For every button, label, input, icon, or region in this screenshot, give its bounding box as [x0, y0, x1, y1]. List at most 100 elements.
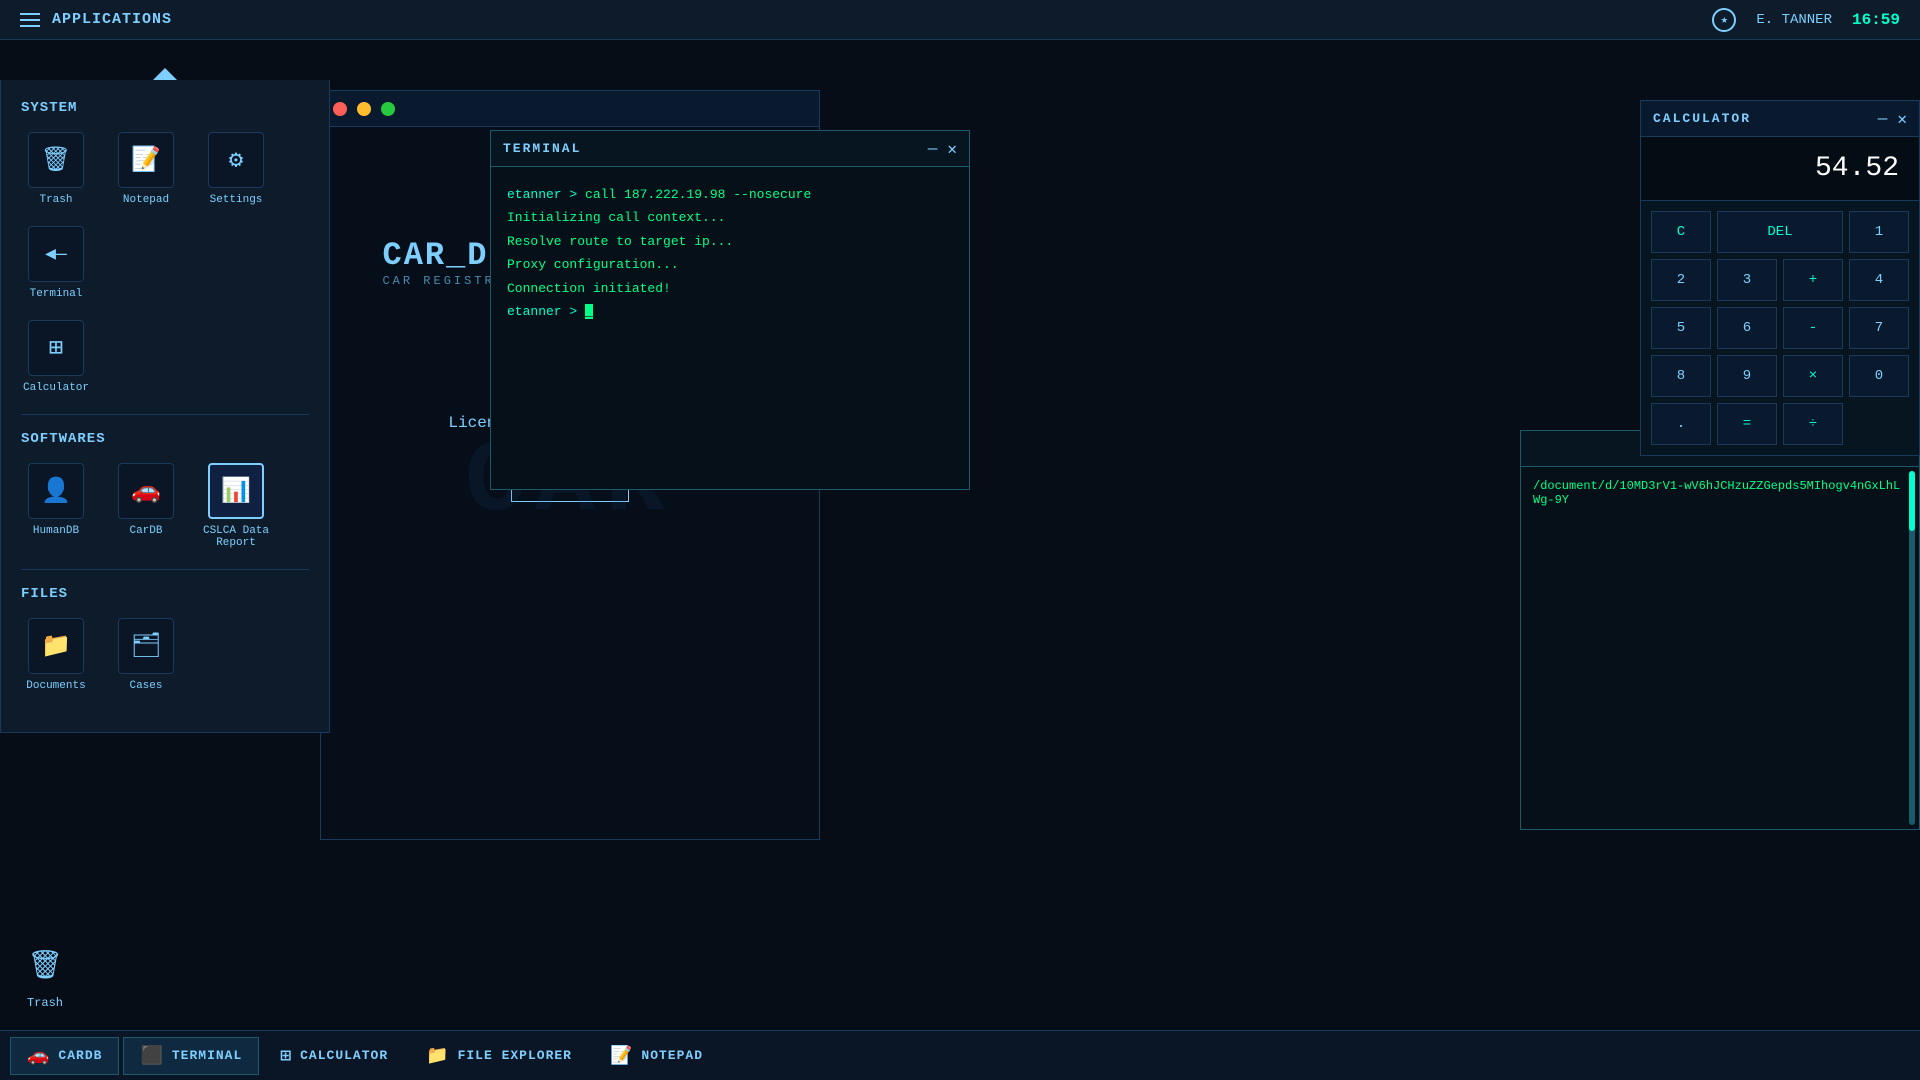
- calculator-taskbar-icon: ⊞: [280, 1045, 292, 1067]
- trash-label: Trash: [27, 996, 63, 1010]
- calc-btn-1[interactable]: 1: [1849, 211, 1909, 253]
- menu-arrow: [153, 68, 177, 80]
- taskbar-cardb[interactable]: 🚗 CARDB: [10, 1037, 119, 1075]
- menu-item-terminal[interactable]: ◀— Terminal: [21, 226, 91, 300]
- calculator-controls: — ✕: [1878, 109, 1907, 129]
- calc-btn-plus[interactable]: +: [1783, 259, 1843, 301]
- calc-btn-equals[interactable]: =: [1717, 403, 1777, 445]
- desktop: 🗑 Trash System 🗑 Trash 📝 Notepad ⚙ Setti…: [0, 40, 1920, 1030]
- notepad-taskbar-icon: 📝: [610, 1045, 633, 1067]
- softwares-section-title: Softwares: [21, 431, 309, 447]
- desktop-trash-icon[interactable]: 🗑 Trash: [20, 940, 70, 1010]
- menu-item-settings[interactable]: ⚙ Settings: [201, 132, 271, 206]
- settings-menu-icon: ⚙: [208, 132, 264, 188]
- documents-label: Documents: [26, 680, 85, 692]
- calc-btn-5[interactable]: 5: [1651, 307, 1711, 349]
- system-section-title: System: [21, 100, 309, 116]
- calc-btn-4[interactable]: 4: [1849, 259, 1909, 301]
- calc-btn-c[interactable]: C: [1651, 211, 1711, 253]
- calculator-display: 54.52: [1641, 137, 1919, 201]
- cardb-taskbar-label: CARDB: [58, 1048, 102, 1063]
- terminal-line-3: Resolve route to target ip...: [507, 230, 953, 253]
- cardb-titlebar: [321, 91, 819, 127]
- taskbar-notepad[interactable]: 📝 NOTEPAD: [593, 1037, 720, 1075]
- cardb-label: CarDB: [129, 525, 162, 537]
- humandb-icon: 👤: [28, 463, 84, 519]
- cardb-maximize-btn[interactable]: [381, 102, 395, 116]
- calculator-menu-icon: ⊞: [28, 320, 84, 376]
- menu-item-cslca[interactable]: 📊 CSLCA Data Report: [201, 463, 271, 549]
- terminal-menu-icon: ◀—: [28, 226, 84, 282]
- cardb-close-btn[interactable]: [333, 102, 347, 116]
- clock: 16:59: [1852, 11, 1900, 29]
- calculator-window: CALCULATOR — ✕ 54.52 C DEL 1 2 3 + 4 5 6…: [1640, 100, 1920, 456]
- terminal-taskbar-label: TERMINAL: [172, 1048, 242, 1063]
- hamburger-menu[interactable]: [20, 13, 40, 27]
- calc-btn-8[interactable]: 8: [1651, 355, 1711, 397]
- cardb-taskbar-icon: 🚗: [27, 1045, 50, 1067]
- calc-btn-minus[interactable]: -: [1783, 307, 1843, 349]
- output-content: /document/d/10MD3rV1-wV6hJCHzuZZGepds5MI…: [1533, 479, 1900, 507]
- notepad-taskbar-label: NOTEPAD: [641, 1048, 703, 1063]
- topbar: APPLICATIONS ★ E. TANNER 16:59: [0, 0, 1920, 40]
- taskbar: 🚗 CARDB ⬛ TERMINAL ⊞ CALCULATOR 📁 FILE E…: [0, 1030, 1920, 1080]
- cslca-label: CSLCA Data Report: [201, 525, 271, 549]
- calc-btn-9[interactable]: 9: [1717, 355, 1777, 397]
- terminal-controls: — ✕: [928, 139, 957, 159]
- file-explorer-taskbar-label: FILE EXPLORER: [458, 1048, 572, 1063]
- calculator-minimize-btn[interactable]: —: [1878, 109, 1888, 129]
- calc-btn-0[interactable]: 0: [1849, 355, 1909, 397]
- output-panel: — ✕ /document/d/10MD3rV1-wV6hJCHzuZZGepd…: [1520, 430, 1920, 830]
- menu-item-cases[interactable]: 🗂 Cases: [111, 618, 181, 692]
- taskbar-file-explorer[interactable]: 📁 FILE EXPLORER: [409, 1037, 589, 1075]
- calculator-titlebar: CALCULATOR — ✕: [1641, 101, 1919, 137]
- app-menu: System 🗑 Trash 📝 Notepad ⚙ Settings ◀— T…: [0, 80, 330, 733]
- files-icons-row: 📁 Documents 🗂 Cases: [21, 618, 309, 692]
- software-icons-row: 👤 HumanDB 🚗 CarDB 📊 CSLCA Data Report: [21, 463, 309, 549]
- calc-btn-div[interactable]: ÷: [1783, 403, 1843, 445]
- settings-menu-label: Settings: [210, 194, 263, 206]
- calc-btn-2[interactable]: 2: [1651, 259, 1711, 301]
- taskbar-terminal[interactable]: ⬛ TERMINAL: [123, 1037, 259, 1075]
- terminal-taskbar-icon: ⬛: [140, 1045, 163, 1067]
- calc-btn-dot[interactable]: .: [1651, 403, 1711, 445]
- menu-item-calculator[interactable]: ⊞ Calculator: [21, 320, 91, 394]
- calc-btn-del[interactable]: DEL: [1717, 211, 1843, 253]
- documents-icon: 📁: [28, 618, 84, 674]
- file-explorer-taskbar-icon: 📁: [426, 1045, 449, 1067]
- output-scrollbar-thumb[interactable]: [1909, 471, 1915, 531]
- output-scrollbar[interactable]: [1909, 471, 1915, 825]
- terminal-line-1: etanner > call 187.222.19.98 --nosecure: [507, 183, 953, 206]
- terminal-titlebar: TERMINAL — ✕: [491, 131, 969, 167]
- cases-icon: 🗂: [118, 618, 174, 674]
- terminal-body: etanner > call 187.222.19.98 --nosecure …: [491, 167, 969, 489]
- menu-item-notepad[interactable]: 📝 Notepad: [111, 132, 181, 206]
- calculator-title: CALCULATOR: [1653, 111, 1751, 126]
- app-title: APPLICATIONS: [52, 11, 172, 28]
- notepad-menu-icon: 📝: [118, 132, 174, 188]
- calculator-close-btn[interactable]: ✕: [1897, 109, 1907, 129]
- cases-label: Cases: [129, 680, 162, 692]
- terminal-minimize-btn[interactable]: —: [928, 140, 938, 158]
- user-name: E. TANNER: [1756, 12, 1832, 28]
- taskbar-calculator[interactable]: ⊞ CALCULATOR: [263, 1037, 405, 1075]
- cardb-minimize-btn[interactable]: [357, 102, 371, 116]
- menu-item-trash[interactable]: 🗑 Trash: [21, 132, 91, 206]
- menu-item-cardb[interactable]: 🚗 CarDB: [111, 463, 181, 549]
- terminal-window: TERMINAL — ✕ etanner > call 187.222.19.9…: [490, 130, 970, 490]
- calc-btn-6[interactable]: 6: [1717, 307, 1777, 349]
- calc-btn-7[interactable]: 7: [1849, 307, 1909, 349]
- calculator-menu-label: Calculator: [23, 382, 89, 394]
- menu-item-humandb[interactable]: 👤 HumanDB: [21, 463, 91, 549]
- terminal-menu-label: Terminal: [30, 288, 83, 300]
- calc-btn-3[interactable]: 3: [1717, 259, 1777, 301]
- user-avatar-icon: ★: [1712, 8, 1736, 32]
- calc-btn-mult[interactable]: ×: [1783, 355, 1843, 397]
- divider-1: [21, 414, 309, 415]
- menu-item-documents[interactable]: 📁 Documents: [21, 618, 91, 692]
- cslca-icon: 📊: [208, 463, 264, 519]
- calculator-buttons: C DEL 1 2 3 + 4 5 6 - 7 8 9 × 0 . = ÷: [1641, 201, 1919, 455]
- terminal-close-btn[interactable]: ✕: [947, 139, 957, 159]
- topbar-left: APPLICATIONS: [20, 11, 172, 28]
- cardb-icon: 🚗: [118, 463, 174, 519]
